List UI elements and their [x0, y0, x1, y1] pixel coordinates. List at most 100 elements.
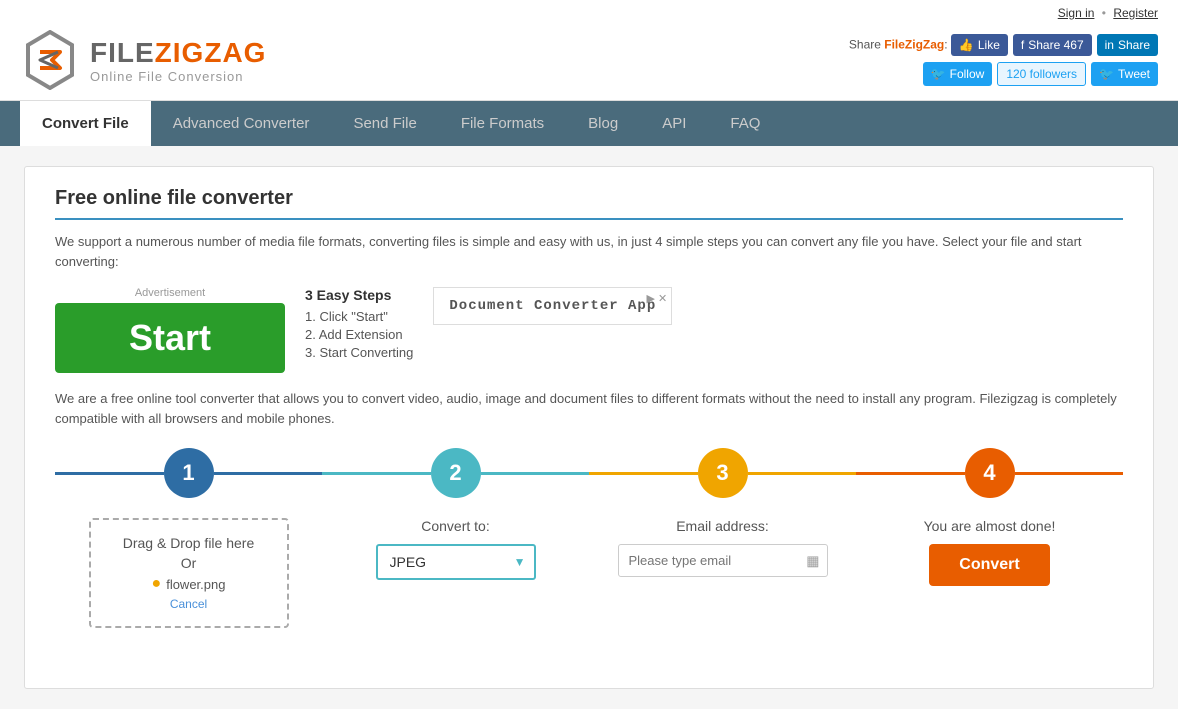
step-3: 3 Email address: ▦	[589, 448, 856, 577]
step-4: 4 You are almost done! Convert	[856, 448, 1123, 586]
site-name-link[interactable]: FileZigZag	[884, 38, 944, 52]
ad-right: 3 Easy Steps 1. Click "Start" 2. Add Ext…	[305, 287, 1123, 363]
logo-brand: FILEZIGZAG	[90, 37, 266, 69]
logo-text: FILEZIGZAG Online File Conversion	[90, 37, 266, 84]
linkedin-share-label: Share	[1118, 38, 1150, 52]
step-1-circle: 1	[164, 448, 214, 498]
convert-select-wrap: JPEG PNG PDF GIF ▼	[376, 544, 536, 580]
step-1: 1 Drag & Drop file here Or ● flower.png …	[55, 448, 322, 628]
nav-items: Convert File Advanced Converter Send Fil…	[20, 101, 1158, 146]
logo-subtitle: Online File Conversion	[90, 69, 266, 84]
drop-zone-or: Or	[181, 555, 197, 571]
step-4-line-right	[1015, 472, 1124, 475]
followers-count-button[interactable]: 120 followers	[997, 62, 1086, 86]
social-area: Share FileZigZag: 👍 Like f Share 467 in …	[849, 34, 1158, 86]
like-label: Like	[978, 38, 1000, 52]
format-select[interactable]: JPEG PNG PDF GIF	[376, 544, 536, 580]
step-4-content: You are almost done! Convert	[856, 518, 1123, 586]
nav-send-file[interactable]: Send File	[331, 101, 438, 146]
step-3-line-left	[589, 472, 698, 475]
step-1-line: 1	[55, 448, 322, 498]
easy-steps: 3 Easy Steps 1. Click "Start" 2. Add Ext…	[305, 287, 413, 363]
share-label: Share FileZigZag:	[849, 38, 951, 52]
ad-label: Advertisement	[135, 287, 205, 299]
facebook-icon: f	[1021, 38, 1024, 52]
easy-steps-title: 3 Easy Steps	[305, 287, 413, 303]
content-box: Free online file converter We support a …	[24, 166, 1154, 689]
ad-start-banner[interactable]: Start	[55, 303, 285, 373]
page-title: Free online file converter	[55, 187, 1123, 220]
step-3-label: Email address:	[676, 518, 769, 534]
share-label-row: Share FileZigZag: 👍 Like f Share 467 in …	[849, 34, 1158, 56]
step-4-line: 4	[856, 448, 1123, 498]
drop-zone-file: ● flower.png	[152, 575, 226, 593]
almost-done-text: You are almost done!	[924, 518, 1056, 534]
separator: •	[1102, 6, 1106, 20]
step-4-line-left	[856, 472, 965, 475]
tweet-label: Tweet	[1118, 67, 1150, 81]
main-nav: Convert File Advanced Converter Send Fil…	[0, 101, 1178, 146]
logo-icon	[20, 30, 80, 90]
register-link[interactable]: Register	[1113, 6, 1158, 20]
follow-label: Follow	[950, 67, 985, 81]
step-4-circle: 4	[965, 448, 1015, 498]
easy-step-1: 1. Click "Start"	[305, 309, 413, 324]
thumbs-up-icon: 👍	[959, 38, 974, 52]
step-3-line: 3	[589, 448, 856, 498]
logo-area: FILEZIGZAG Online File Conversion	[20, 30, 266, 90]
ad-section: Advertisement Start 3 Easy Steps 1. Clic…	[55, 287, 1123, 373]
convert-button[interactable]: Convert	[929, 544, 1049, 586]
email-input-wrap: ▦	[618, 544, 828, 577]
step-2-line-right	[481, 472, 590, 475]
nav-file-formats[interactable]: File Formats	[439, 101, 566, 146]
drop-zone[interactable]: Drag & Drop file here Or ● flower.png Ca…	[89, 518, 289, 628]
desc2-text: We are a free online tool converter that…	[55, 389, 1123, 428]
step-2-circle: 2	[431, 448, 481, 498]
nav-faq[interactable]: FAQ	[708, 101, 782, 146]
step-3-content: Email address: ▦	[589, 518, 856, 577]
step-3-circle: 3	[698, 448, 748, 498]
easy-steps-list: 1. Click "Start" 2. Add Extension 3. Sta…	[305, 309, 413, 360]
sign-in-link[interactable]: Sign in	[1058, 6, 1095, 20]
file-dot-icon: ●	[152, 575, 162, 593]
step-1-content: Drag & Drop file here Or ● flower.png Ca…	[55, 518, 322, 628]
facebook-like-button[interactable]: 👍 Like	[951, 34, 1008, 56]
twitter-row: 🐦 Follow 120 followers 🐦 Tweet	[923, 62, 1158, 86]
logo-file: FILE	[90, 37, 155, 68]
step-2-line-left	[322, 472, 431, 475]
email-icon: ▦	[806, 552, 819, 569]
tweet-button[interactable]: 🐦 Tweet	[1091, 62, 1158, 86]
description-text: We support a numerous number of media fi…	[55, 232, 1123, 271]
step-2-line: 2	[322, 448, 589, 498]
twitter-follow-button[interactable]: 🐦 Follow	[923, 62, 993, 86]
drop-zone-text: Drag & Drop file here	[123, 535, 255, 551]
file-name: flower.png	[166, 577, 225, 592]
linkedin-icon: in	[1105, 38, 1114, 52]
email-input[interactable]	[618, 544, 828, 577]
step-1-line-left	[55, 472, 164, 475]
main-content: Free online file converter We support a …	[0, 146, 1178, 709]
step-3-line-right	[748, 472, 857, 475]
nav-convert-file[interactable]: Convert File	[20, 101, 151, 146]
header: FILEZIGZAG Online File Conversion Share …	[20, 22, 1158, 100]
cancel-link[interactable]: Cancel	[170, 597, 207, 611]
steps-row: 1 Drag & Drop file here Or ● flower.png …	[55, 448, 1123, 628]
linkedin-share-button[interactable]: in Share	[1097, 34, 1158, 56]
tweet-bird-icon: 🐦	[1099, 67, 1114, 81]
easy-step-2: 2. Add Extension	[305, 327, 413, 342]
step-2-content: Convert to: JPEG PNG PDF GIF ▼	[322, 518, 589, 580]
ad-close-icon[interactable]: ▶ ✕	[647, 292, 668, 305]
logo-zigzag: ZIGZAG	[155, 37, 267, 68]
step-2: 2 Convert to: JPEG PNG PDF GIF ▼	[322, 448, 589, 580]
doc-converter-title: Document Converter App	[449, 298, 656, 314]
share-count-label: Share 467	[1028, 38, 1083, 52]
step-2-label: Convert to:	[421, 518, 489, 534]
nav-advanced-converter[interactable]: Advanced Converter	[151, 101, 332, 146]
ad-left: Advertisement Start	[55, 287, 285, 373]
facebook-share-button[interactable]: f Share 467	[1013, 34, 1092, 56]
followers-count: 120 followers	[1006, 67, 1077, 81]
easy-step-3: 3. Start Converting	[305, 345, 413, 360]
nav-blog[interactable]: Blog	[566, 101, 640, 146]
top-links-bar: Sign in • Register	[20, 0, 1158, 22]
nav-api[interactable]: API	[640, 101, 708, 146]
